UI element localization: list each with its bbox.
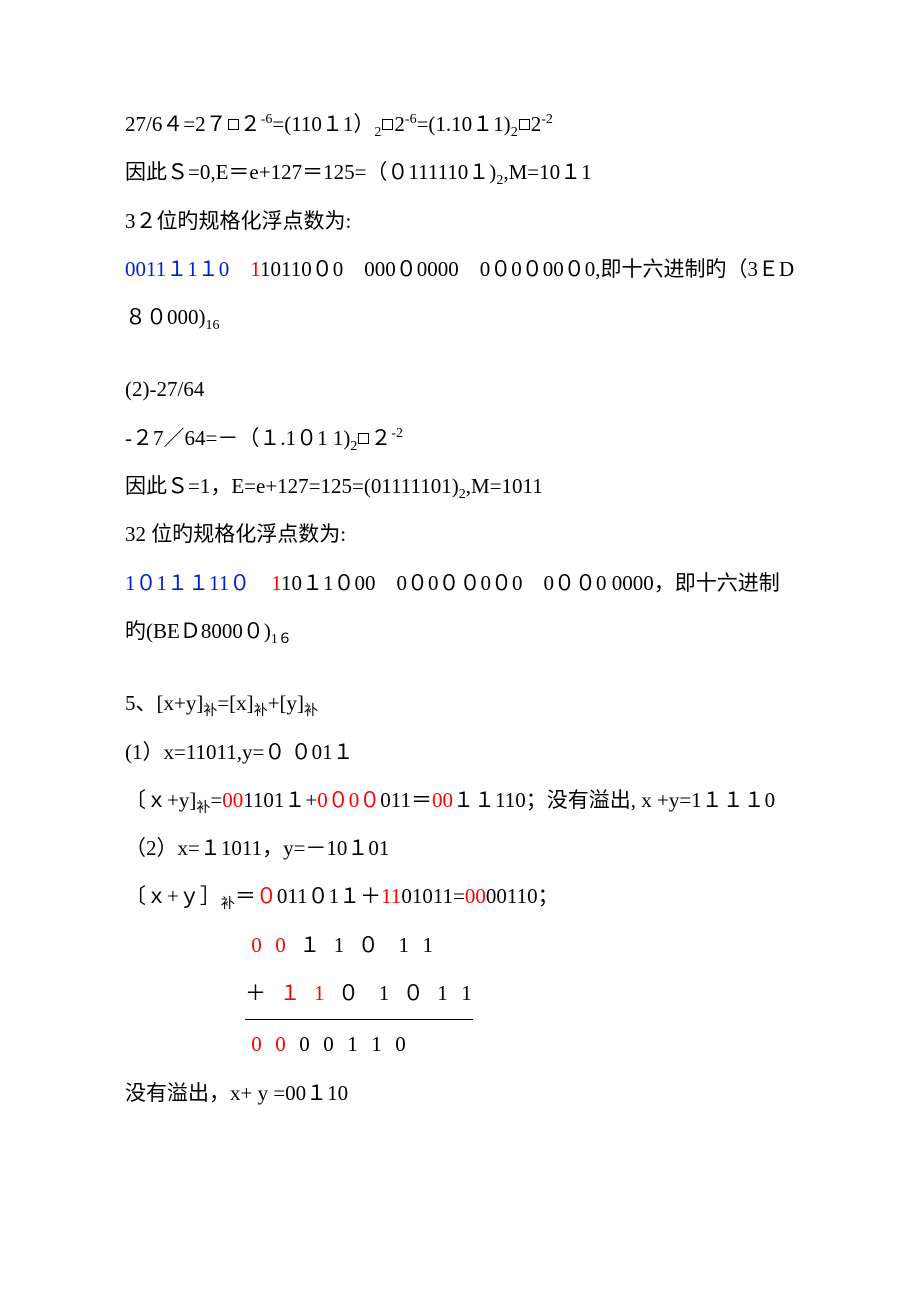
box-symbol <box>358 433 369 444</box>
sign-exponent-bits: 1０1１１11０ <box>125 571 250 595</box>
carry-bits: 00 <box>432 788 453 812</box>
text-line-3: 3２位旳规格化浮点数为: <box>125 197 795 245</box>
text-line-8: 32 位旳规格化浮点数为: <box>125 510 795 558</box>
text-line-2: 因此Ｓ=0,E＝e+127＝125=（０111110１)2,M=10１1 <box>125 148 795 196</box>
leading-mantissa-bit: 1 <box>271 571 281 595</box>
carry-bits: 11 <box>381 884 401 908</box>
text-line-11: (1）x=11011,y=０ ０01１ <box>125 728 795 776</box>
box-symbol <box>519 119 530 130</box>
text-line-13: （2）x=１1011，y=－10１01 <box>125 824 795 872</box>
calc-operand-1: 0 0 １ 1 ０ 1 1 <box>245 921 795 969</box>
carry-bits: 00 <box>222 788 243 812</box>
sign-exponent-bits: 0011１1１0 <box>125 257 229 281</box>
leading-mantissa-bit: 1 <box>250 257 260 281</box>
text-line-14: 〔ｘ+ｙ］补＝０011０1１＋1101011=0000110； <box>125 872 795 920</box>
carry-bits: 0０0０ <box>317 788 380 812</box>
carry-bits: ０ <box>256 884 277 908</box>
text-line-4: 0011１1１0 110110０0 000０0000 0０0０00０0,即十六进… <box>125 245 795 342</box>
text-line-15: 没有溢出，x+ y =00１10 <box>125 1069 795 1117</box>
text-line-10: 5、[x+y]补=[x]补+[y]补 <box>125 679 795 727</box>
box-symbol <box>382 119 393 130</box>
calc-operand-2: ＋ １ 1 ０ 1 ０ 1 1 <box>245 969 795 1020</box>
text-line-9: 1０1１１11０ 110１1０00 0０0００0０0 0００0 0000，即十六… <box>125 559 795 656</box>
text-line-1: 27/6４=2７２-6=(110１1）22-6=(1.10１1)22-2 <box>125 100 795 148</box>
carry-bits: 00 <box>465 884 486 908</box>
text-line-6: -２7／64=－（１.1０1 1)2２-2 <box>125 414 795 462</box>
text-line-7: 因此Ｓ=1，E=e+127=125=(01111101)2,M=1011 <box>125 462 795 510</box>
calc-result: 0 0 0 0 1 1 0 <box>245 1020 795 1068</box>
text-line-5: (2)-27/64 <box>125 365 795 413</box>
text-line-12: 〔ｘ+y]补=001101１+0０0０011＝00１１110；没有溢出, x +… <box>125 776 795 824</box>
box-symbol <box>228 119 239 130</box>
addition-calculation: 0 0 １ 1 ０ 1 1 ＋ １ 1 ０ 1 ０ 1 1 0 0 0 0 1 … <box>245 921 795 1069</box>
